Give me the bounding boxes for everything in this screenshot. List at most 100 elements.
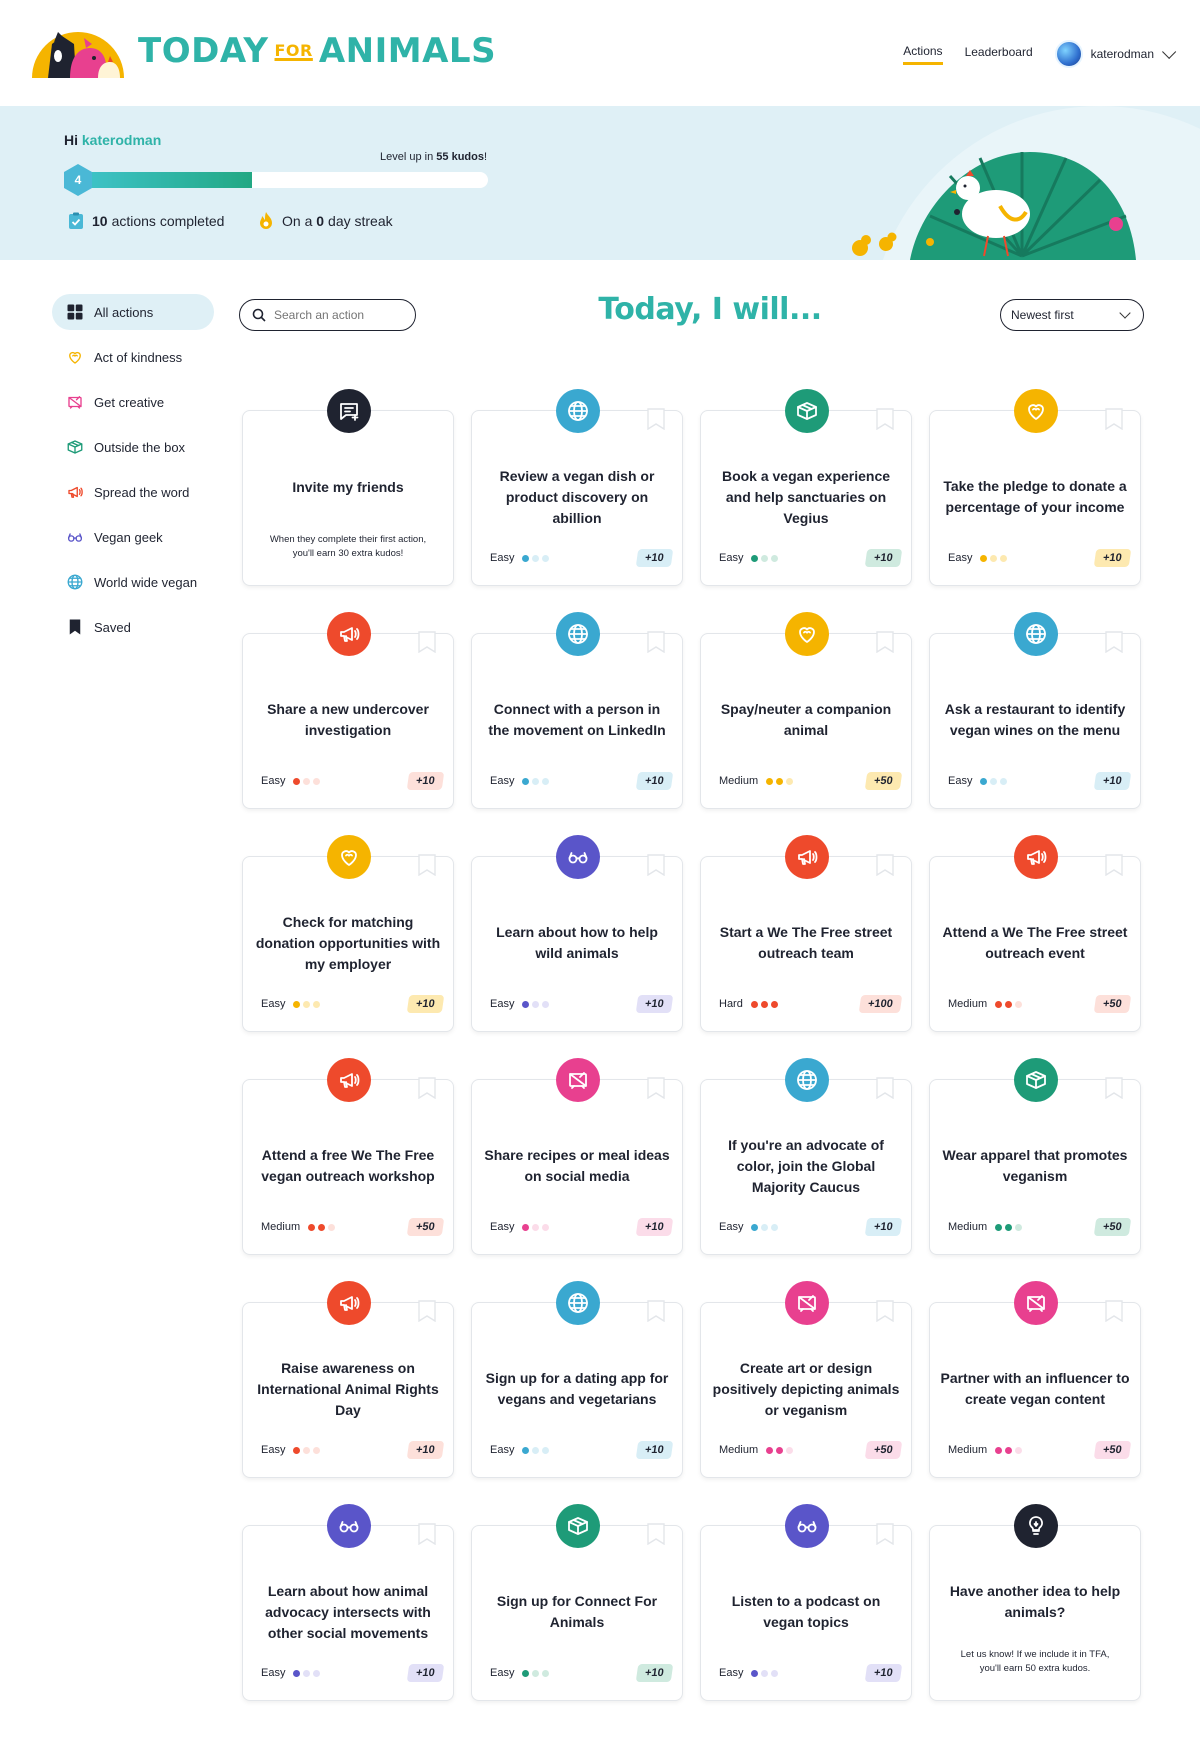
sidebar-item-act-of-kindness[interactable]: Act of kindness [52, 339, 214, 375]
logo-wordmark: TODAY FOR ANIMALS [138, 31, 496, 71]
bookmark-icon[interactable] [875, 1077, 895, 1100]
action-card[interactable]: Have another idea to help animals? Let us… [929, 1504, 1141, 1701]
difficulty-label: Easy [719, 1667, 744, 1679]
action-card[interactable]: Learn about how to help wild animals Easy… [471, 835, 683, 1032]
bookmark-icon[interactable] [646, 854, 666, 877]
sidebar-item-saved[interactable]: Saved [52, 609, 214, 645]
difficulty-dot [1015, 1223, 1023, 1231]
bookmark-icon[interactable] [646, 1523, 666, 1546]
search-icon [252, 308, 266, 322]
action-card[interactable]: Connect with a person in the movement on… [471, 612, 683, 809]
bookmark-icon[interactable] [1104, 1300, 1124, 1323]
logo-word-today: TODAY [138, 31, 269, 71]
bookmark-icon[interactable] [875, 408, 895, 431]
search-box[interactable] [239, 299, 416, 331]
difficulty-dot [542, 777, 550, 785]
action-title: Listen to a podcast on vegan topics [731, 1593, 881, 1630]
action-title: Spay/neuter a companion animal [720, 701, 892, 738]
action-card[interactable]: Take the pledge to donate a percentage o… [929, 389, 1141, 586]
bookmark-icon[interactable] [417, 1300, 437, 1323]
bookmark-icon[interactable] [646, 631, 666, 654]
kudos-badge: +10 [865, 1218, 903, 1236]
action-card[interactable]: Raise awareness on International Animal … [242, 1281, 454, 1478]
difficulty-dot [542, 1000, 550, 1008]
logo[interactable]: TODAY FOR ANIMALS [28, 22, 496, 80]
bookmark-icon[interactable] [875, 1300, 895, 1323]
action-footer: Easy +10 [719, 549, 903, 567]
bookmark-icon[interactable] [875, 1523, 895, 1546]
action-card[interactable]: Wear apparel that promotes veganism Mediu… [929, 1058, 1141, 1255]
action-card[interactable]: Share a new undercover investigation Easy… [242, 612, 454, 809]
action-card[interactable]: Review a vegan dish or product discovery… [471, 389, 683, 586]
action-card[interactable]: Sign up for a dating app for vegans and … [471, 1281, 683, 1478]
bookmark-icon[interactable] [646, 1300, 666, 1323]
action-card[interactable]: If you're an advocate of color, join the… [700, 1058, 912, 1255]
action-card[interactable]: Learn about how animal advocacy intersec… [242, 1504, 454, 1701]
action-footer: Medium +50 [948, 995, 1132, 1013]
action-title: Invite my friends [292, 478, 404, 495]
difficulty-dot [776, 777, 784, 785]
kudos-badge: +10 [636, 995, 674, 1013]
difficulty-dots [293, 777, 323, 785]
action-card[interactable]: Share recipes or meal ideas on social me… [471, 1058, 683, 1255]
nav-leaderboard-link[interactable]: Leaderboard [965, 45, 1033, 63]
bookmark-icon[interactable] [1104, 408, 1124, 431]
bookmark-icon[interactable] [646, 1077, 666, 1100]
difficulty-dot [995, 1223, 1003, 1231]
sort-select[interactable]: Newest first [1000, 299, 1144, 331]
action-card[interactable]: Invite my friends When they complete thei… [242, 389, 454, 586]
glasses-icon [785, 1504, 829, 1548]
action-card[interactable]: Listen to a podcast on vegan topics Easy +… [700, 1504, 912, 1701]
difficulty-dots [293, 1446, 323, 1454]
bookmark-icon[interactable] [417, 631, 437, 654]
difficulty-dot [766, 1446, 774, 1454]
logo-word-animals: ANIMALS [318, 31, 497, 71]
bookmark-icon[interactable] [1104, 1077, 1124, 1100]
action-card[interactable]: Start a We The Free street outreach team… [700, 835, 912, 1032]
sidebar-item-spread-the-word[interactable]: Spread the word [52, 474, 214, 510]
sidebar-item-outside-the-box[interactable]: Outside the box [52, 429, 214, 465]
difficulty-dots [293, 1669, 323, 1677]
action-card[interactable]: Create art or design positively depictin… [700, 1281, 912, 1478]
action-card[interactable]: Spay/neuter a companion animal Medium +50 [700, 612, 912, 809]
bookmark-icon[interactable] [417, 1077, 437, 1100]
difficulty-dot [303, 1669, 311, 1677]
difficulty-dot [995, 1446, 1003, 1454]
difficulty-dot [308, 1223, 316, 1231]
difficulty-dots [995, 1446, 1025, 1454]
action-title: Start a We The Free street outreach team [719, 924, 893, 961]
action-card[interactable]: Sign up for Connect For Animals Easy +10 [471, 1504, 683, 1701]
action-card[interactable]: Ask a restaurant to identify vegan wines… [929, 612, 1141, 809]
lightbulb-icon [1014, 1504, 1058, 1548]
bookmark-icon[interactable] [646, 408, 666, 431]
bookmark-icon[interactable] [1104, 854, 1124, 877]
sidebar-item-label: Saved [94, 619, 131, 635]
action-card[interactable]: Check for matching donation opportunitie… [242, 835, 454, 1032]
page-title: Today, I will... [598, 292, 822, 327]
action-card[interactable]: Partner with an influencer to create veg… [929, 1281, 1141, 1478]
nav-actions-link[interactable]: Actions [903, 44, 943, 65]
action-card[interactable]: Book a vegan experience and help sanctua… [700, 389, 912, 586]
sidebar-item-vegan-geek[interactable]: Vegan geek [52, 519, 214, 555]
bookmark-icon[interactable] [875, 631, 895, 654]
action-footer: Medium +50 [261, 1218, 445, 1236]
search-input[interactable] [274, 308, 404, 322]
bookmark-icon[interactable] [417, 854, 437, 877]
sidebar-item-label: Act of kindness [94, 349, 183, 365]
action-card[interactable]: Attend a free We The Free vegan outreach… [242, 1058, 454, 1255]
action-footer: Medium +50 [948, 1218, 1132, 1236]
sidebar-item-world-wide-vegan[interactable]: World wide vegan [52, 564, 214, 600]
clipboard-check-icon [69, 212, 83, 229]
bookmark-icon[interactable] [875, 854, 895, 877]
bookmark-icon[interactable] [417, 1523, 437, 1546]
difficulty-dot [771, 1669, 779, 1677]
bookmark-icon[interactable] [1104, 631, 1124, 654]
difficulty-dot [522, 1223, 530, 1231]
level-up-suffix: ! [483, 151, 488, 163]
sidebar-item-get-creative[interactable]: Get creative [52, 384, 214, 420]
sidebar-item-label: Spread the word [94, 484, 190, 500]
sidebar-item-all-actions[interactable]: All actions [52, 294, 214, 330]
level-badge: 4 [64, 164, 92, 196]
user-menu[interactable]: katerodman [1054, 40, 1177, 68]
action-card[interactable]: Attend a We The Free street outreach eve… [929, 835, 1141, 1032]
